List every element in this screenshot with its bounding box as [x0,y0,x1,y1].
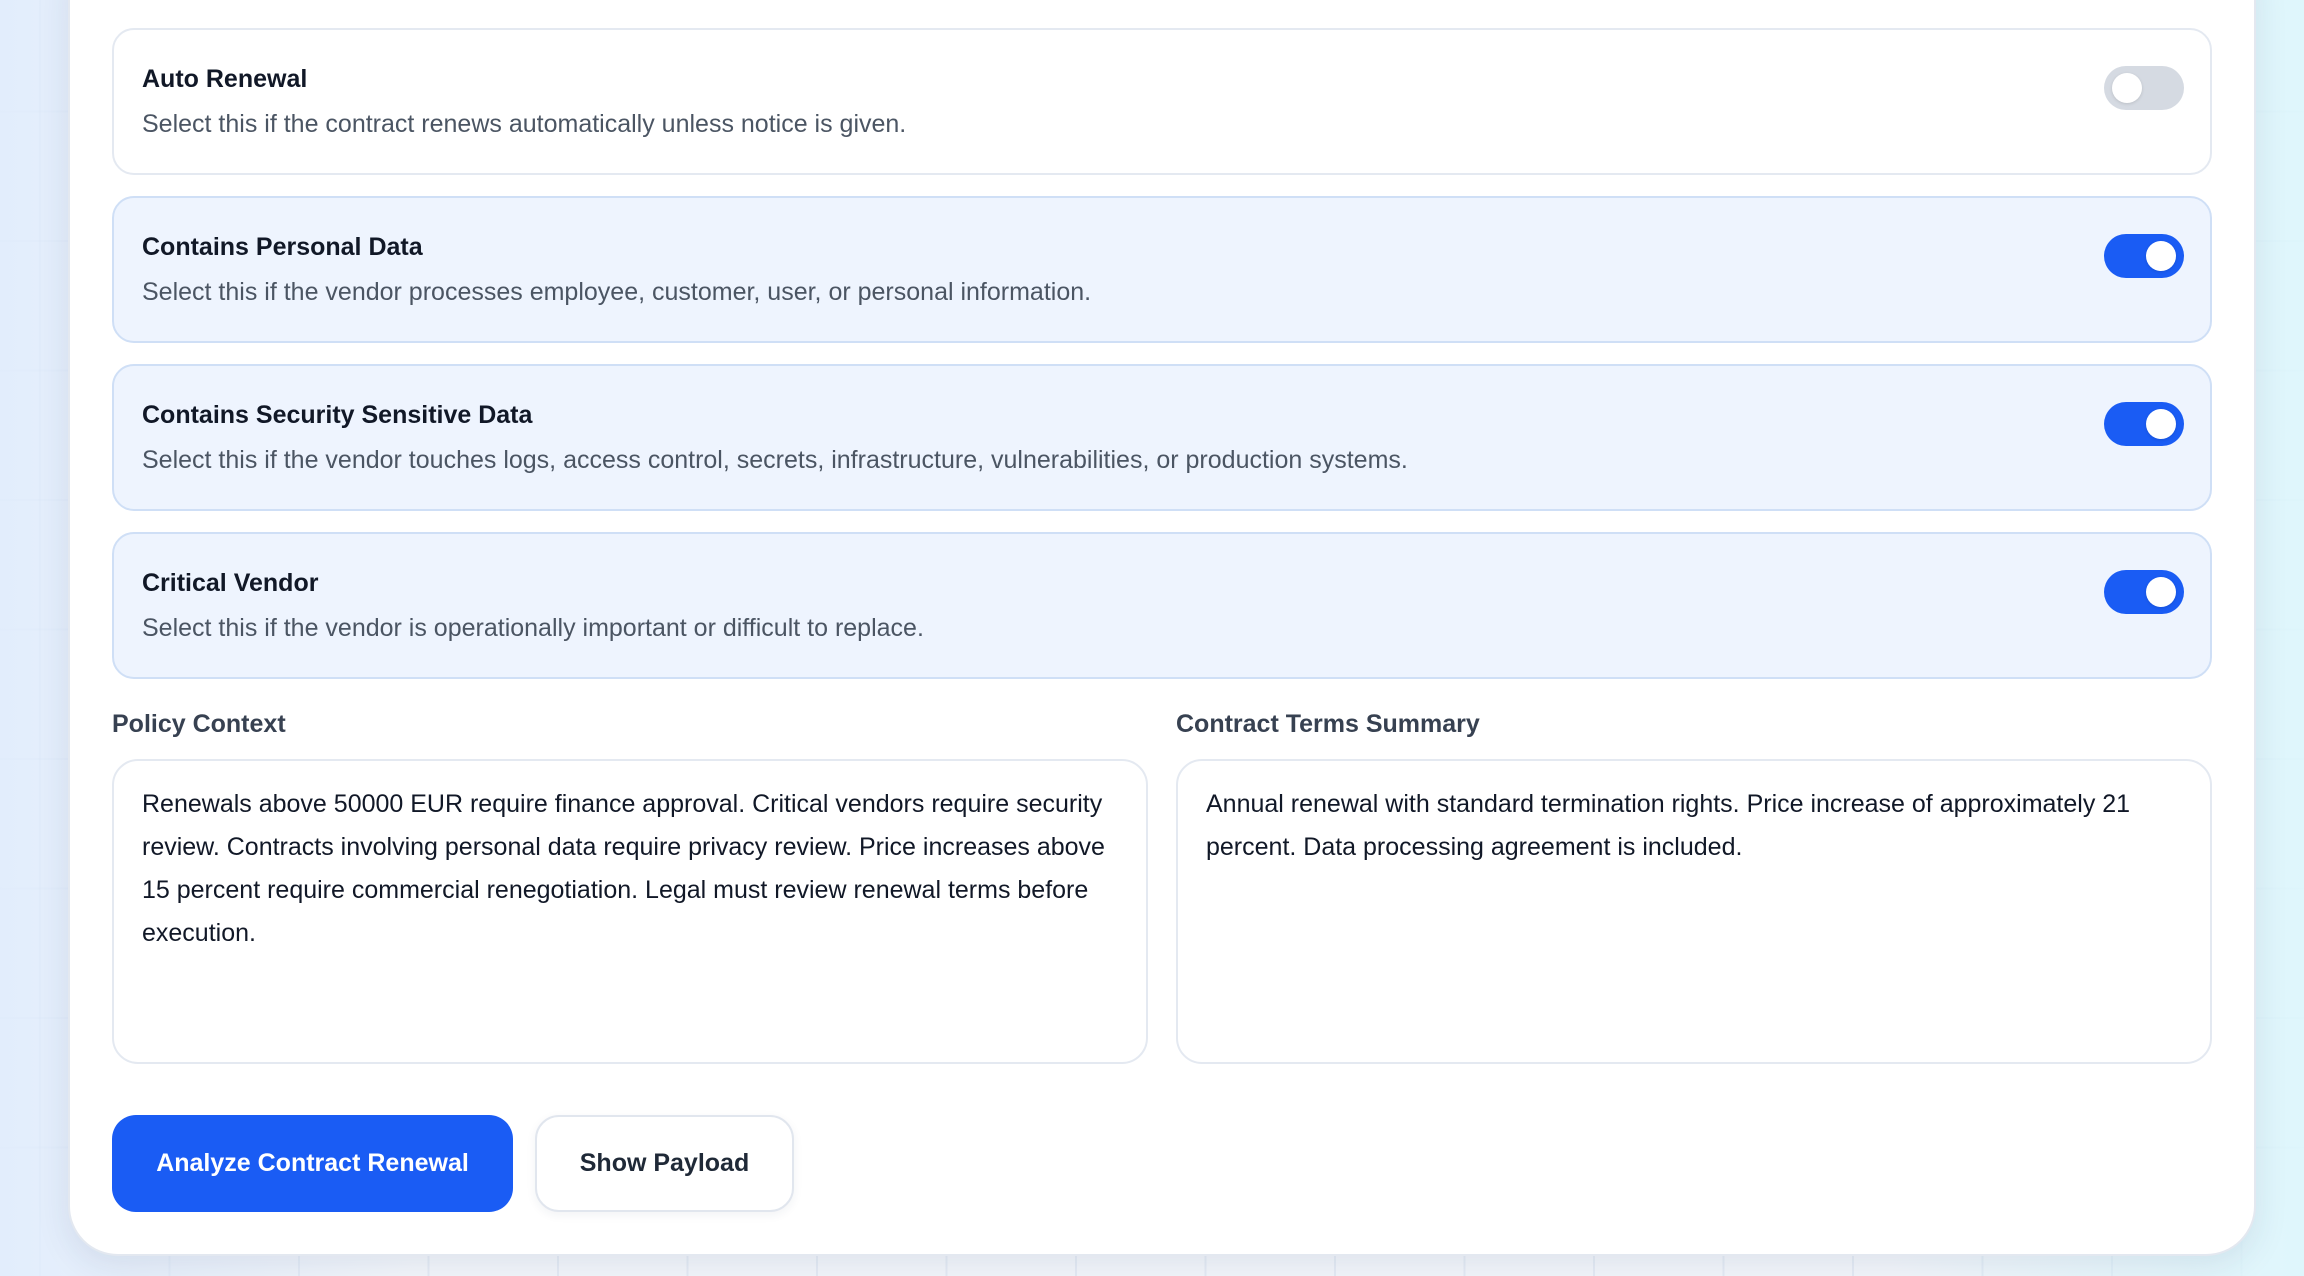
policy-context-textarea[interactable]: Renewals above 50000 EUR require finance… [112,759,1148,1064]
show-payload-button[interactable]: Show Payload [535,1115,794,1212]
personal-data-card: Contains Personal Data Select this if th… [112,196,2212,343]
auto-renewal-toggle[interactable] [2104,66,2184,110]
personal-data-title: Contains Personal Data [142,233,423,261]
security-sensitive-description: Select this if the vendor touches logs, … [142,446,1408,474]
policy-context-label: Policy Context [112,710,286,738]
auto-renewal-card: Auto Renewal Select this if the contract… [112,28,2212,175]
toggle-knob [2146,409,2176,439]
critical-vendor-title: Critical Vendor [142,569,319,597]
personal-data-description: Select this if the vendor processes empl… [142,278,1092,306]
critical-vendor-card: Critical Vendor Select this if the vendo… [112,532,2212,679]
toggle-list: Auto Renewal Select this if the contract… [112,28,2212,700]
contract-terms-group: Contract Terms Summary Annual renewal wi… [1176,706,2212,1064]
personal-data-toggle[interactable] [2104,234,2184,278]
policy-context-group: Policy Context Renewals above 50000 EUR … [112,706,1148,1064]
toggle-knob [2146,241,2176,271]
contract-terms-textarea[interactable]: Annual renewal with standard termination… [1176,759,2212,1064]
contract-terms-label: Contract Terms Summary [1176,710,1480,738]
security-sensitive-card: Contains Security Sensitive Data Select … [112,364,2212,511]
critical-vendor-toggle[interactable] [2104,570,2184,614]
critical-vendor-description: Select this if the vendor is operational… [142,614,924,642]
toggle-knob [2112,73,2142,103]
security-sensitive-toggle[interactable] [2104,402,2184,446]
auto-renewal-description: Select this if the contract renews autom… [142,110,907,138]
toggle-knob [2146,577,2176,607]
auto-renewal-title: Auto Renewal [142,65,308,93]
security-sensitive-title: Contains Security Sensitive Data [142,401,533,429]
analyze-contract-renewal-button[interactable]: Analyze Contract Renewal [112,1115,513,1212]
